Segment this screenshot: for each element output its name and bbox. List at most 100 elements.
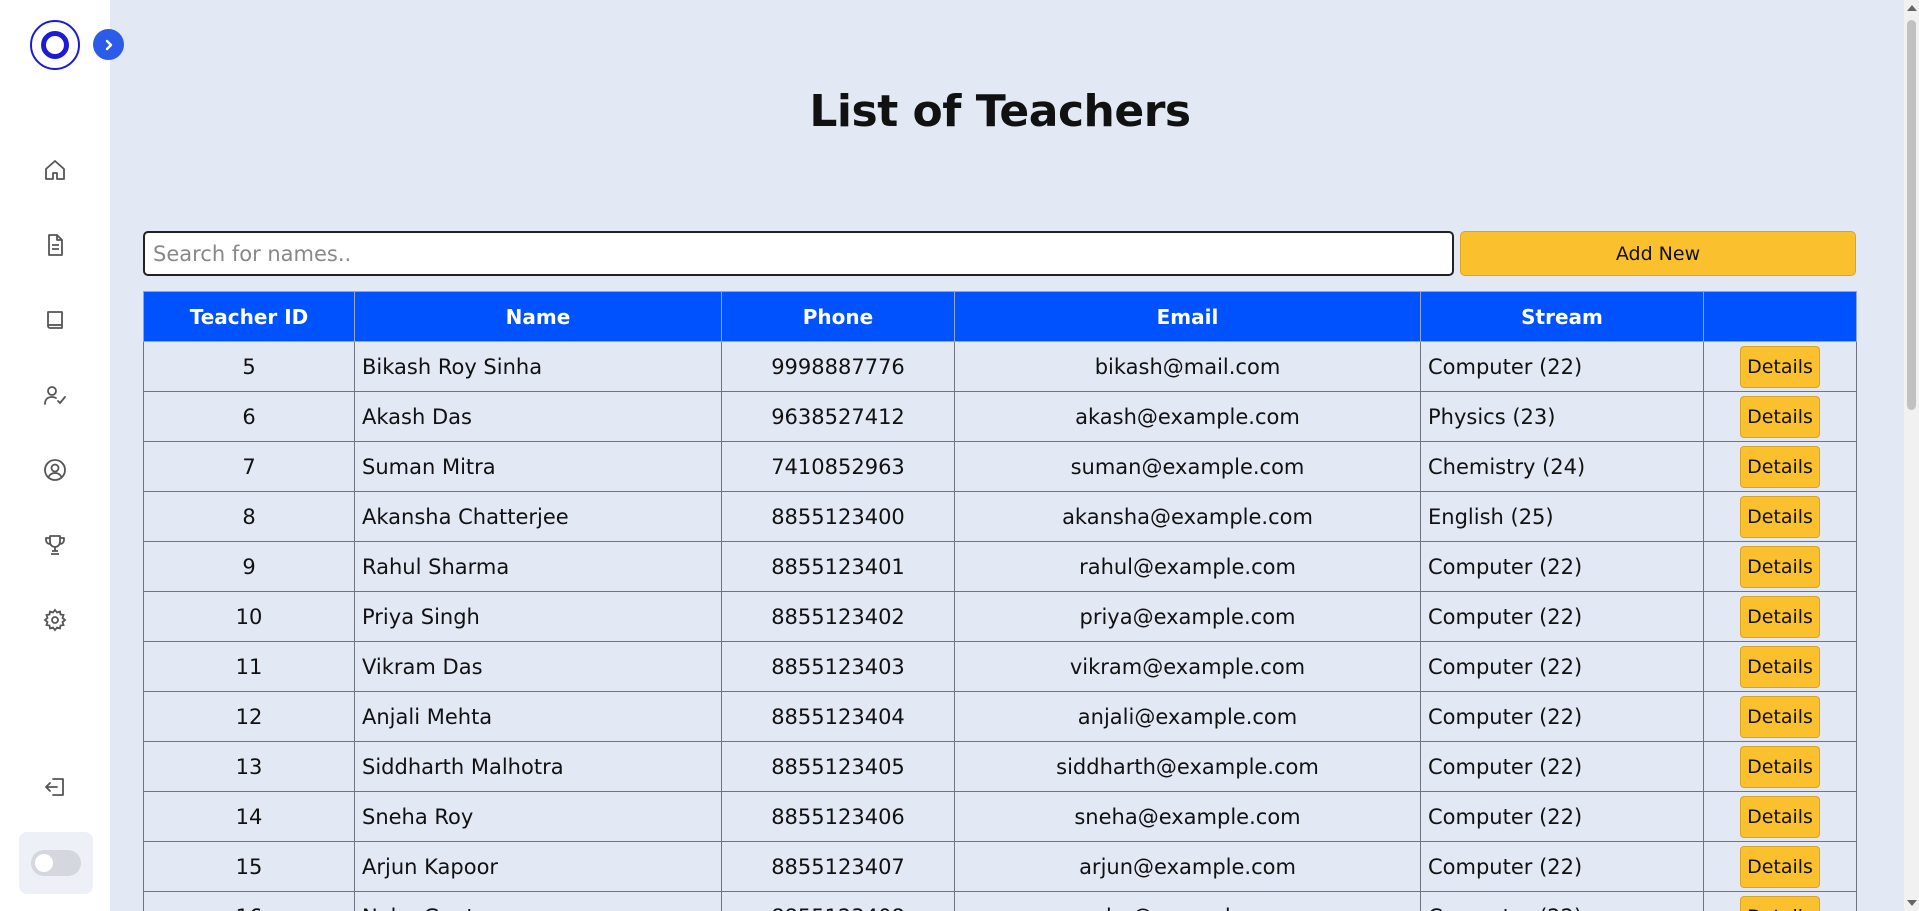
email-cell: anjali@example.com	[954, 691, 1421, 742]
trophy-icon[interactable]	[40, 530, 70, 560]
actions-cell: Details	[1703, 741, 1857, 792]
phone-cell: 9998887776	[721, 341, 955, 392]
logo	[30, 20, 80, 70]
email-cell: sneha@example.com	[954, 791, 1421, 842]
phone-cell: 9638527412	[721, 391, 955, 442]
teacher-id-cell: 10	[143, 591, 355, 642]
phone-cell: 8855123405	[721, 741, 955, 792]
column-header-email[interactable]: Email	[954, 291, 1421, 342]
teacher-id-cell: 9	[143, 541, 355, 592]
teachers-table: Teacher ID Name Phone Email Stream 5 Bika…	[143, 291, 1857, 911]
name-cell: Vikram Das	[354, 641, 722, 692]
scroll-down-arrow-icon[interactable]	[1907, 900, 1917, 906]
teacher-id-cell: 11	[143, 641, 355, 692]
actions-cell: Details	[1703, 641, 1857, 692]
phone-cell: 7410852963	[721, 441, 955, 492]
details-button[interactable]: Details	[1740, 795, 1820, 838]
book-icon[interactable]	[40, 305, 70, 335]
phone-cell: 8855123400	[721, 491, 955, 542]
email-cell: rahul@example.com	[954, 541, 1421, 592]
table-row: 13 Siddharth Malhotra 8855123405 siddharth@…	[143, 741, 1857, 792]
home-icon[interactable]	[40, 155, 70, 185]
phone-cell: 8855123406	[721, 791, 955, 842]
table-row: 16Neha Gupta8855123408neha@example.comCo…	[143, 891, 1857, 911]
table-header-row: Teacher ID Name Phone Email Stream	[143, 291, 1857, 342]
stream-cell: Computer (22)	[1420, 591, 1704, 642]
phone-cell: 8855123403	[721, 641, 955, 692]
table-row: 8 Akansha Chatterjee 8855123400 akansha@exa…	[143, 491, 1857, 542]
details-button[interactable]: Details	[1740, 345, 1820, 388]
details-button[interactable]: Details	[1740, 695, 1820, 738]
details-button[interactable]: Details	[1740, 745, 1820, 788]
stream-cell: Computer (22)	[1420, 691, 1704, 742]
scroll-up-arrow-icon[interactable]	[1907, 5, 1917, 11]
sidebar	[0, 0, 110, 911]
teacher-id-cell: 6	[143, 391, 355, 442]
name-cell: Arjun Kapoor	[354, 841, 722, 892]
column-header-stream[interactable]: Stream	[1420, 291, 1704, 342]
stream-cell: Computer (22)	[1420, 341, 1704, 392]
table-row: 11 Vikram Das 8855123403 vikram@example.com…	[143, 641, 1857, 692]
phone-cell: 8855123401	[721, 541, 955, 592]
teacher-id-cell: 14	[143, 791, 355, 842]
stream-cell: Computer (22)	[1420, 891, 1704, 911]
details-button[interactable]: Details	[1740, 495, 1820, 538]
phone-cell: 8855123402	[721, 591, 955, 642]
theme-toggle-container	[19, 832, 93, 894]
actions-cell: Details	[1703, 791, 1857, 842]
user-circle-icon[interactable]	[40, 455, 70, 485]
search-input[interactable]	[143, 231, 1454, 276]
stream-cell: Computer (22)	[1420, 641, 1704, 692]
table-row: 9 Rahul Sharma 8855123401 rahul@example.com…	[143, 541, 1857, 592]
teacher-id-cell: 13	[143, 741, 355, 792]
name-cell: Siddharth Malhotra	[354, 741, 722, 792]
theme-toggle[interactable]	[31, 850, 81, 876]
name-cell: Akash Das	[354, 391, 722, 442]
vertical-scrollbar[interactable]	[1904, 0, 1919, 911]
teacher-id-cell: 7	[143, 441, 355, 492]
name-cell: Akansha Chatterjee	[354, 491, 722, 542]
teacher-id-cell: 5	[143, 341, 355, 392]
details-button[interactable]: Details	[1740, 895, 1820, 911]
email-cell: neha@example.com	[954, 891, 1421, 911]
column-header-phone[interactable]: Phone	[721, 291, 955, 342]
details-button[interactable]: Details	[1740, 645, 1820, 688]
details-button[interactable]: Details	[1740, 395, 1820, 438]
table-row: 6 Akash Das 9638527412 akash@example.com Phy…	[143, 391, 1857, 442]
details-button[interactable]: Details	[1740, 595, 1820, 638]
chevron-right-icon	[105, 39, 112, 50]
name-cell: Anjali Mehta	[354, 691, 722, 742]
actions-cell: Details	[1703, 341, 1857, 392]
add-new-button[interactable]: Add New	[1460, 231, 1856, 276]
scroll-thumb[interactable]	[1907, 20, 1916, 410]
actions-cell: Details	[1703, 691, 1857, 742]
name-cell: Priya Singh	[354, 591, 722, 642]
name-cell: Neha Gupta	[354, 891, 722, 911]
teacher-id-cell: 12	[143, 691, 355, 742]
details-button[interactable]: Details	[1740, 445, 1820, 488]
phone-cell: 8855123404	[721, 691, 955, 742]
details-button[interactable]: Details	[1740, 845, 1820, 888]
user-check-icon[interactable]	[40, 380, 70, 410]
details-button[interactable]: Details	[1740, 545, 1820, 588]
column-header-name[interactable]: Name	[354, 291, 722, 342]
email-cell: suman@example.com	[954, 441, 1421, 492]
stream-cell: Computer (22)	[1420, 741, 1704, 792]
email-cell: priya@example.com	[954, 591, 1421, 642]
table-row: 7 Suman Mitra 7410852963 suman@example.com C…	[143, 441, 1857, 492]
column-header-actions	[1703, 291, 1857, 342]
actions-cell: Details	[1703, 391, 1857, 442]
stream-cell: English (25)	[1420, 491, 1704, 542]
document-icon[interactable]	[40, 230, 70, 260]
sidebar-expand-button[interactable]	[93, 29, 124, 60]
table-row: 14 Sneha Roy 8855123406 sneha@example.com Co…	[143, 791, 1857, 842]
email-cell: arjun@example.com	[954, 841, 1421, 892]
gear-icon[interactable]	[40, 605, 70, 635]
table-row: 10 Priya Singh 8855123402 priya@example.com…	[143, 591, 1857, 642]
logout-icon[interactable]	[40, 772, 70, 802]
actions-cell: Details	[1703, 891, 1857, 911]
column-header-teacher-id[interactable]: Teacher ID	[143, 291, 355, 342]
phone-cell: 8855123407	[721, 841, 955, 892]
email-cell: akansha@example.com	[954, 491, 1421, 542]
table-row: 12 Anjali Mehta 8855123404 anjali@example.c…	[143, 691, 1857, 742]
